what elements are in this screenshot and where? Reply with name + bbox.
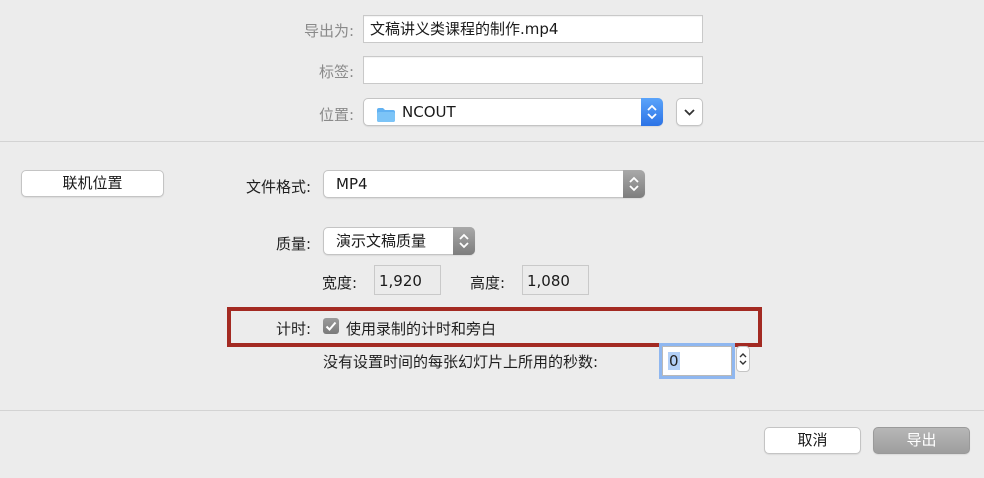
height-value: 1,080 <box>522 265 589 295</box>
updown-arrows-icon <box>647 104 657 120</box>
quality-label: 质量: <box>275 235 311 253</box>
file-format-stepper[interactable] <box>623 170 645 198</box>
seconds-field[interactable]: 0 <box>662 346 732 376</box>
timing-label: 计时: <box>275 320 311 338</box>
updown-arrows-icon <box>459 233 469 249</box>
export-button[interactable]: 导出 <box>873 427 970 454</box>
online-locations-button[interactable]: 联机位置 <box>21 170 164 197</box>
file-format-popup[interactable]: MP4 <box>323 170 645 198</box>
cancel-button[interactable]: 取消 <box>764 427 861 454</box>
height-label: 高度: <box>470 274 506 292</box>
file-format-value: MP4 <box>336 175 368 193</box>
updown-arrows-icon <box>739 353 747 365</box>
location-popup[interactable]: NCOUT <box>363 98 663 126</box>
file-format-label: 文件格式: <box>245 178 311 196</box>
seconds-value: 0 <box>668 352 680 370</box>
divider-top <box>0 141 984 142</box>
tags-label: 标签: <box>318 63 354 81</box>
timing-checkbox-label[interactable]: 使用录制的计时和旁白 <box>346 318 496 339</box>
location-stepper[interactable] <box>641 98 663 126</box>
chevron-down-icon <box>684 109 695 116</box>
quality-stepper[interactable] <box>453 227 475 255</box>
updown-arrows-icon <box>629 176 639 192</box>
folder-icon <box>376 105 396 131</box>
export-as-label: 导出为: <box>303 22 354 40</box>
location-value: NCOUT <box>402 103 456 121</box>
timing-checkbox[interactable] <box>323 318 339 334</box>
seconds-stepper[interactable] <box>736 346 750 372</box>
width-value: 1,920 <box>374 265 441 295</box>
seconds-label: 没有设置时间的每张幻灯片上所用的秒数: <box>323 353 599 371</box>
location-label: 位置: <box>318 106 354 124</box>
checkmark-icon <box>325 321 337 331</box>
export-filename-field[interactable]: 文稿讲义类课程的制作.mp4 <box>363 15 703 43</box>
expand-dialog-button[interactable] <box>676 98 703 126</box>
tags-field[interactable] <box>363 56 703 84</box>
divider-bottom <box>0 410 984 411</box>
width-label: 宽度: <box>322 274 358 292</box>
quality-value: 演示文稿质量 <box>336 232 427 250</box>
quality-popup[interactable]: 演示文稿质量 <box>323 227 475 255</box>
